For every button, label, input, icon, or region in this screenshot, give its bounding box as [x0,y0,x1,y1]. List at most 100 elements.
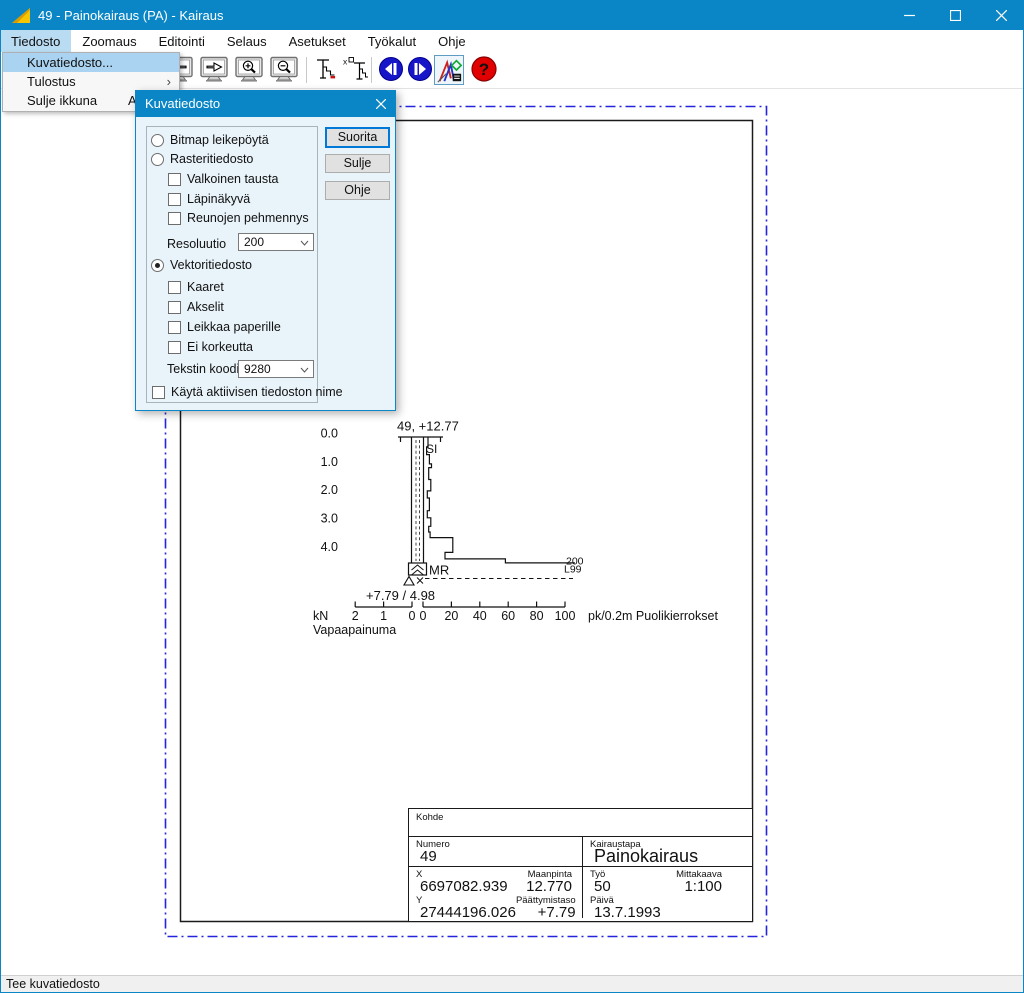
checkbox-no-height[interactable]: Ei korkeutta [168,339,253,355]
text-code-dropdown[interactable]: 9280 [238,360,314,378]
maximize-button[interactable] [932,0,978,30]
close-button[interactable] [978,0,1024,30]
next-borehole-icon[interactable] [406,55,436,85]
menu-editointi[interactable]: Editointi [148,30,216,52]
title-bar: 49 - Painokairaus (PA) - Kairaus [0,0,1024,30]
app-logo-icon [8,3,32,27]
window-title: 49 - Painokairaus (PA) - Kairaus [38,8,223,23]
svg-text:20: 20 [444,609,458,623]
svg-text:2.0: 2.0 [321,483,338,497]
svg-text:100: 100 [555,609,576,623]
kairaustapa-cell: Kairaustapa Painokairaus [583,837,752,866]
zoom-in-icon[interactable] [234,55,264,85]
status-bar: Tee kuvatiedosto [0,975,1024,993]
text-code-label: Tekstin koodi [167,361,239,377]
menu-item-tulostus[interactable]: Tulostus › [3,72,179,91]
left-axis-label: Vapaapainuma [313,623,396,637]
checkbox-icon[interactable] [168,281,181,294]
suorita-button[interactable]: Suorita [325,127,390,148]
checkbox-icon[interactable] [168,341,181,354]
menu-ohje[interactable]: Ohje [427,30,476,52]
checkbox-clip-to-paper[interactable]: Leikkaa paperille [168,319,281,335]
resolution-dropdown[interactable]: 200 [238,233,314,251]
kuvatiedosto-dialog: Kuvatiedosto Bitmap leikepöytä Rasteriti… [135,90,396,411]
mittakaava-value: 1:100 [656,880,722,893]
svg-text:0.0: 0.0 [321,427,338,441]
checkbox-edge-smoothing[interactable]: Reunojen pehmennys [168,210,309,226]
svg-text:2: 2 [352,609,359,623]
svg-text:4.0: 4.0 [321,540,338,554]
checkbox-use-active-filename[interactable]: Käytä aktiivisen tiedoston nime [152,384,343,400]
menu-zoomaus[interactable]: Zoomaus [71,30,147,52]
soil-code-bottom: MR [429,563,449,578]
checkbox-arcs[interactable]: Kaaret [168,279,224,295]
menu-item-kuvatiedosto[interactable]: Kuvatiedosto... [3,53,179,72]
diagram-scale-icon[interactable] [311,55,341,85]
svg-text:x: x [343,57,348,67]
checkbox-icon[interactable] [168,301,181,314]
checkbox-icon[interactable] [168,321,181,334]
end-level-text: +7.79 / 4.98 [366,588,435,603]
menu-selaus[interactable]: Selaus [216,30,278,52]
radio-icon[interactable] [151,134,164,147]
dialog-close-icon[interactable] [372,95,390,113]
ohje-button[interactable]: Ohje [325,181,390,200]
numero-value: 49 [416,850,582,863]
borehole-title: 49, +12.77 [397,419,459,434]
dialog-title: Kuvatiedosto [145,96,220,111]
x-value: 6697082.939 [416,880,508,893]
radio-vector-file[interactable]: Vektoritiedosto [151,257,252,273]
y-value: 27444196.026 [416,906,516,919]
menu-työkalut[interactable]: Työkalut [357,30,427,52]
color-diagram-icon[interactable] [434,55,464,85]
menu-tiedosto[interactable]: Tiedosto [0,30,71,52]
radio-icon[interactable] [151,153,164,166]
svg-text:80: 80 [530,609,544,623]
paattymistaso-value: +7.79 [516,906,576,919]
chevron-down-icon [300,367,309,373]
checkbox-icon[interactable] [152,386,165,399]
status-text: Tee kuvatiedosto [6,977,100,991]
tyo-value: 50 [590,880,656,893]
coordinates-cell: X 6697082.939 Maanpinta 12.770 Y 2744419… [409,867,583,918]
radio-bitmap-clipboard[interactable]: Bitmap leikepöytä [151,132,269,148]
checkbox-icon[interactable] [168,193,181,206]
resolution-label: Resoluutio [167,236,226,252]
checkbox-icon[interactable] [168,212,181,225]
radio-selected-icon[interactable] [151,259,164,272]
numero-label: Numero [416,839,582,850]
left-axis-unit: kN [313,609,328,623]
svg-text:?: ? [479,60,489,79]
menu-bar: TiedostoZoomausEditointiSelausAsetuksetT… [0,30,1024,52]
checkbox-white-background[interactable]: Valkoinen tausta [168,171,279,187]
overflow-code: L99 [564,564,582,576]
submenu-arrow-icon: › [167,72,171,91]
svg-text:40: 40 [473,609,487,623]
svg-text:0: 0 [420,609,427,623]
right-axis-label: pk/0.2m Puolikierrokset [588,609,718,623]
previous-borehole-icon[interactable] [377,55,407,85]
checkbox-icon[interactable] [168,173,181,186]
work-cell: Työ 50 Mittakaava 1:100 Päivä 13.7.1993 [583,867,752,918]
svg-text:3.0: 3.0 [321,512,338,526]
help-icon[interactable]: ? [470,55,500,85]
radio-raster-file[interactable]: Rasteritiedosto [151,151,253,167]
menu-asetukset[interactable]: Asetukset [278,30,357,52]
sulje-button[interactable]: Sulje [325,154,390,173]
paiva-value: 13.7.1993 [590,906,752,919]
svg-text:60: 60 [501,609,515,623]
checkbox-transparent[interactable]: Läpinäkyvä [168,191,250,207]
svg-text:0: 0 [409,609,416,623]
chevron-down-icon [300,240,309,246]
checkbox-axes[interactable]: Akselit [168,299,224,315]
numero-cell: Numero 49 [409,837,583,866]
diagram-scale-fixed-icon[interactable]: x [341,55,371,85]
svg-text:1.0: 1.0 [321,455,338,469]
zoom-out-icon[interactable] [269,55,299,85]
navigate-forward-icon[interactable] [199,55,229,85]
kairaustapa-value: Painokairaus [590,850,752,863]
kohde-label: Kohde [416,812,443,823]
dialog-title-bar[interactable]: Kuvatiedosto [135,90,396,117]
title-block-table: Kohde Numero 49 Kairaustapa Painokairaus… [408,808,753,922]
minimize-button[interactable] [886,0,932,30]
